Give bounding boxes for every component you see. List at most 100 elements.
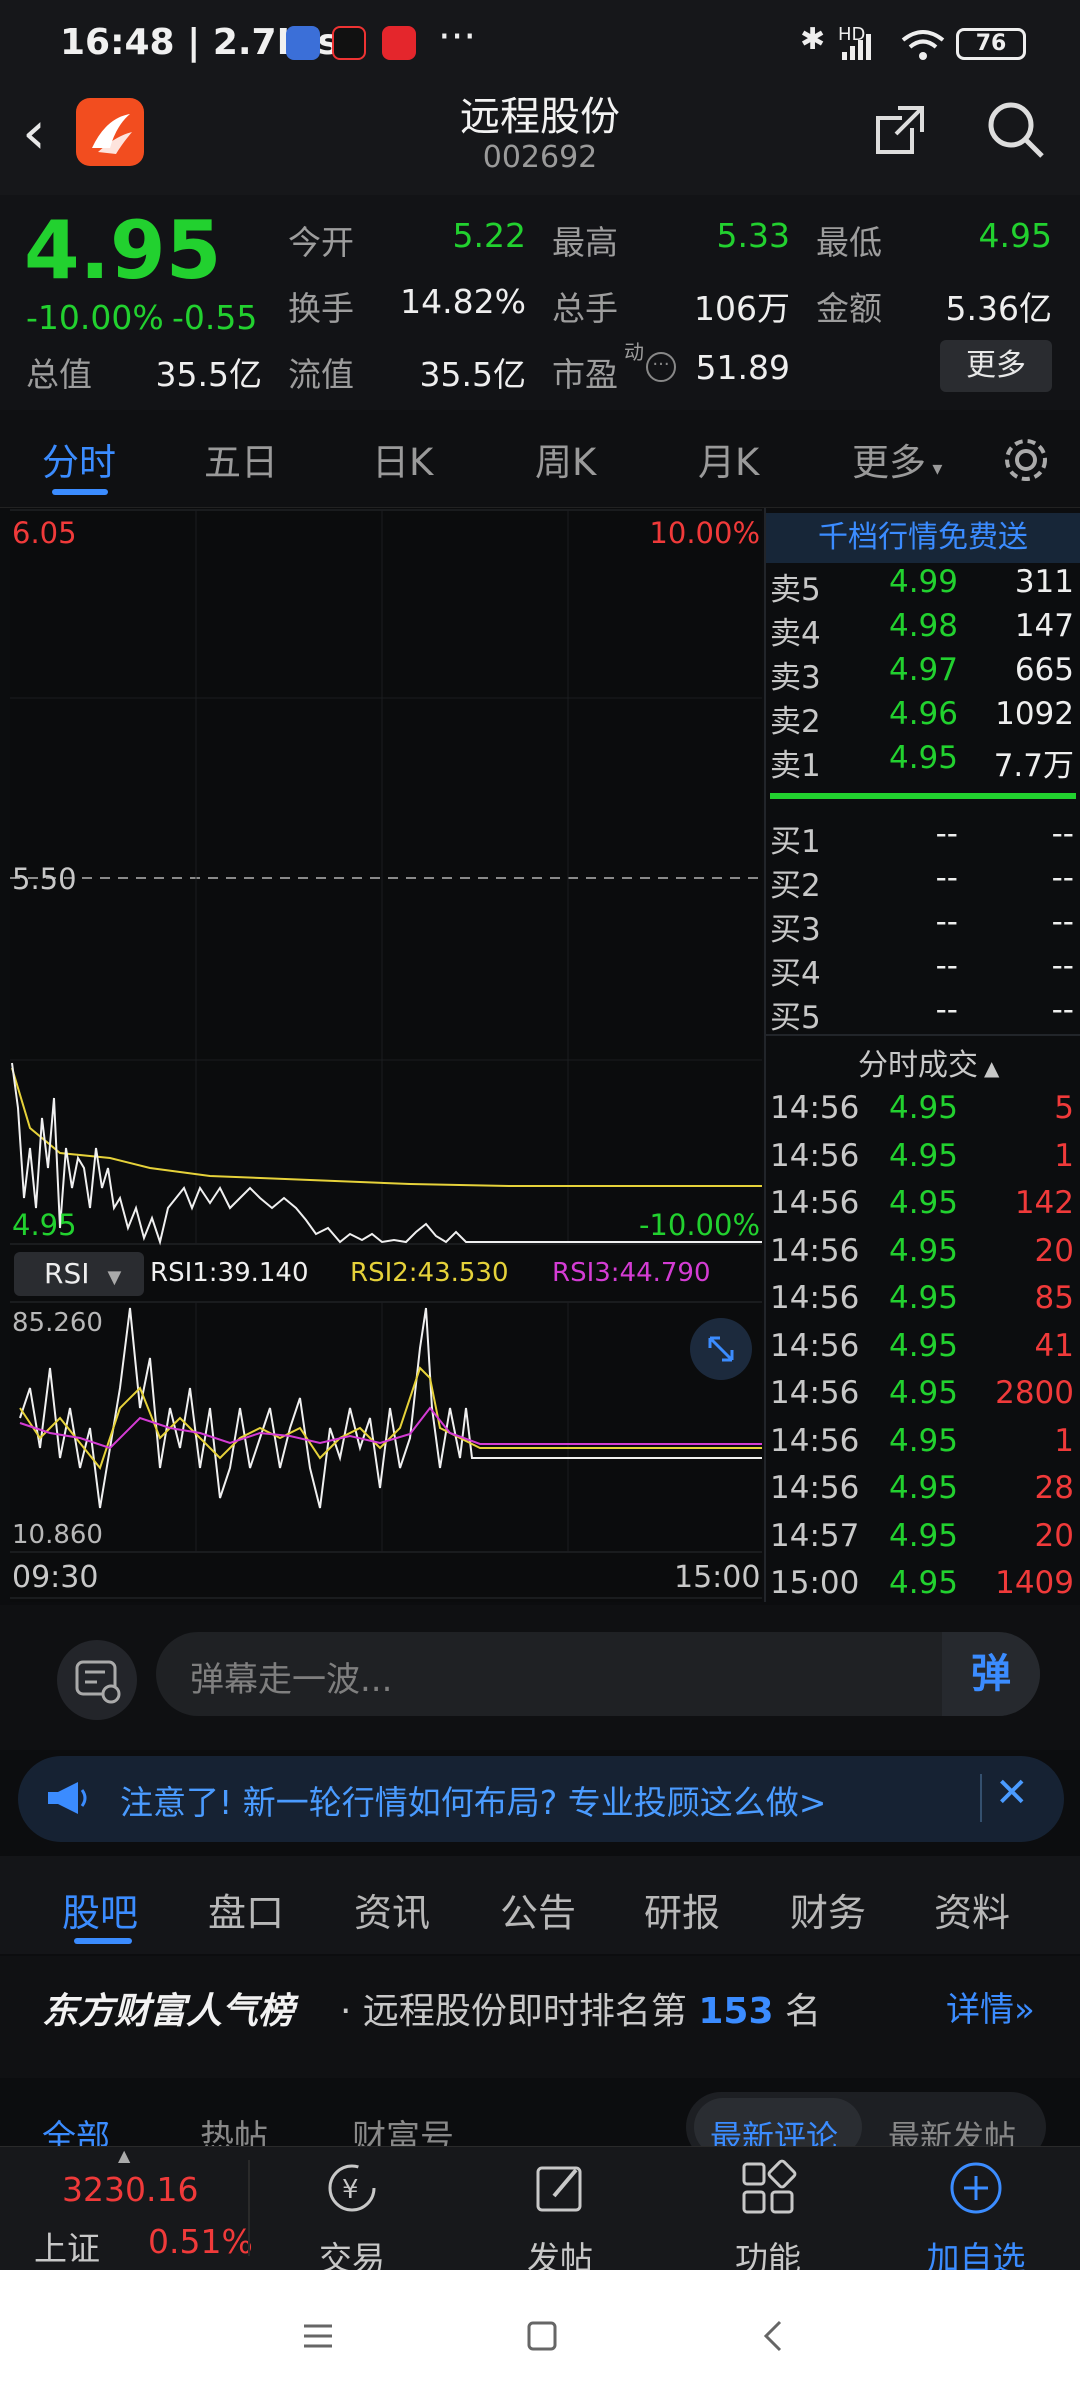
search-icon[interactable] [984, 98, 1048, 162]
sell-level-price: 4.95 [888, 740, 958, 776]
rank-number: 153 [698, 1991, 774, 2032]
share-icon[interactable] [872, 102, 928, 158]
danmu-settings-icon [75, 1660, 121, 1704]
sell-level-label: 卖4 [770, 616, 821, 652]
danmu-settings-button[interactable] [57, 1640, 137, 1720]
level-quote-promo[interactable]: 千档行情免费送 [766, 513, 1080, 563]
notice-divider [980, 1774, 982, 1822]
add-watchlist-button[interactable]: 加自选 [916, 2150, 1036, 2280]
turnover-value: 14.82% [400, 282, 526, 321]
trade-price: 4.95 [888, 1423, 958, 1459]
buy-level-volume: -- [1051, 948, 1074, 984]
pe-value: 51.89 [695, 348, 790, 387]
sell-level-price: 4.98 [888, 608, 958, 644]
more-quote-button[interactable]: 更多 [940, 340, 1052, 392]
high-value: 5.33 [716, 216, 790, 255]
chart-svg [10, 508, 762, 1602]
tab-five-day[interactable]: 五日 [204, 432, 278, 486]
current-price: 4.95 [24, 204, 222, 297]
intraday-chart[interactable] [10, 508, 762, 1602]
tab-indicator [52, 489, 108, 495]
post-button[interactable]: 发帖 [500, 2150, 620, 2280]
section-tab-pankou[interactable]: 盘口 [208, 1882, 284, 1937]
trade-price: 4.95 [888, 1565, 958, 1601]
sell-level-volume: 665 [1014, 652, 1074, 688]
buy-level-price: -- [935, 860, 958, 896]
trade-volume: 28 [1034, 1470, 1074, 1506]
trade-price: 4.95 [888, 1185, 958, 1221]
section-tab-guba[interactable]: 股吧 [62, 1882, 138, 1937]
more-notifications-icon: ··· [438, 14, 477, 60]
float-label: 流值 [288, 355, 354, 394]
index-change: 0.51% [148, 2222, 253, 2261]
trade-time: 14:57 [770, 1518, 860, 1554]
high-label: 最高 [552, 223, 618, 262]
section-tab-finance[interactable]: 财务 [790, 1882, 866, 1937]
spread-divider [770, 793, 1076, 799]
trade-volume: 20 [1034, 1518, 1074, 1554]
indicator-select[interactable]: RSI ▼ [14, 1252, 144, 1296]
rank-brand: 东方财富人气榜 [42, 1991, 295, 2032]
function-button[interactable]: 功能 [708, 2150, 828, 2280]
tab-monthly-k[interactable]: 月K [698, 432, 759, 486]
edit-icon [536, 2166, 582, 2212]
trade-time: 15:00 [770, 1565, 860, 1601]
rank-text: · 远程股份即时排名第 153 名 [340, 1991, 821, 2032]
expand-chart-button[interactable] [690, 1318, 752, 1380]
trade-time: 14:56 [770, 1185, 860, 1221]
trade-price: 4.95 [888, 1470, 958, 1506]
trade-time: 14:56 [770, 1470, 860, 1506]
chevron-down-icon: ▾ [926, 456, 943, 480]
trade-button[interactable]: ¥ 交易 [292, 2150, 412, 2280]
sell-level-price: 4.97 [888, 652, 958, 688]
index-value[interactable]: 3230.16 [62, 2170, 198, 2209]
settings-gear-icon[interactable] [1000, 434, 1052, 486]
trade-price: 4.95 [888, 1518, 958, 1554]
trade-time: 14:56 [770, 1423, 860, 1459]
danmu-toggle-button[interactable]: 弹 [942, 1632, 1040, 1716]
open-label: 今开 [288, 223, 354, 262]
buy-level-volume: -- [1051, 816, 1074, 852]
close-icon[interactable]: ✕ [995, 1770, 1029, 1816]
tab-daily-k[interactable]: 日K [372, 432, 433, 486]
trade-volume: 1409 [995, 1565, 1074, 1601]
sell-level-volume: 1092 [995, 696, 1074, 732]
trade-time: 14:56 [770, 1375, 860, 1411]
pct-top-label: 10.00% [649, 516, 760, 550]
sell-level-price: 4.96 [888, 696, 958, 732]
notice-text[interactable]: 注意了! 新一轮行情如何布局? 专业投顾这么做> [120, 1776, 826, 1824]
section-tab-profile[interactable]: 资料 [934, 1882, 1010, 1937]
section-tab-announcements[interactable]: 公告 [500, 1882, 576, 1937]
trade-volume: 142 [1014, 1185, 1074, 1221]
tab-weekly-k[interactable]: 周K [535, 432, 596, 486]
rsi-max-label: 85.260 [12, 1308, 103, 1338]
trade-time: 14:56 [770, 1328, 860, 1364]
add-circle-icon [950, 2162, 1002, 2214]
amount-label: 金额 [816, 289, 882, 328]
low-label: 最低 [816, 223, 882, 262]
section-tab-research[interactable]: 研报 [644, 1882, 720, 1937]
trade-volume: 41 [1034, 1328, 1074, 1364]
tab-intraday[interactable]: 分时 [42, 432, 116, 486]
tab-more[interactable]: 更多 ▾ [852, 432, 942, 486]
volume-value: 106万 [694, 289, 790, 328]
settings-app-icon [286, 26, 320, 60]
index-arrow-icon: ▲ [118, 2146, 131, 2165]
open-value: 5.22 [452, 216, 526, 255]
menu-nav-icon[interactable] [300, 2318, 336, 2354]
trade-time: 14:56 [770, 1090, 860, 1126]
sell-level-label: 卖1 [770, 748, 821, 784]
rsi3-value: RSI3:44.790 [552, 1258, 711, 1288]
mcap-value: 35.5亿 [155, 355, 262, 394]
section-tab-indicator [74, 1938, 132, 1944]
change-amount: -0.55 [172, 298, 258, 337]
buy-level-label: 买1 [770, 824, 821, 860]
price-bottom-label: 4.95 [12, 1208, 77, 1242]
rank-detail-link[interactable]: 详情» [946, 1982, 1035, 2031]
home-nav-icon[interactable] [524, 2318, 560, 2354]
change-percent: -10.00% [26, 298, 164, 337]
trade-price: 4.95 [888, 1328, 958, 1364]
back-nav-icon[interactable] [756, 2318, 792, 2354]
section-tab-news[interactable]: 资讯 [354, 1882, 430, 1937]
trades-title[interactable]: 分时成交 ▲ [858, 1040, 999, 1084]
